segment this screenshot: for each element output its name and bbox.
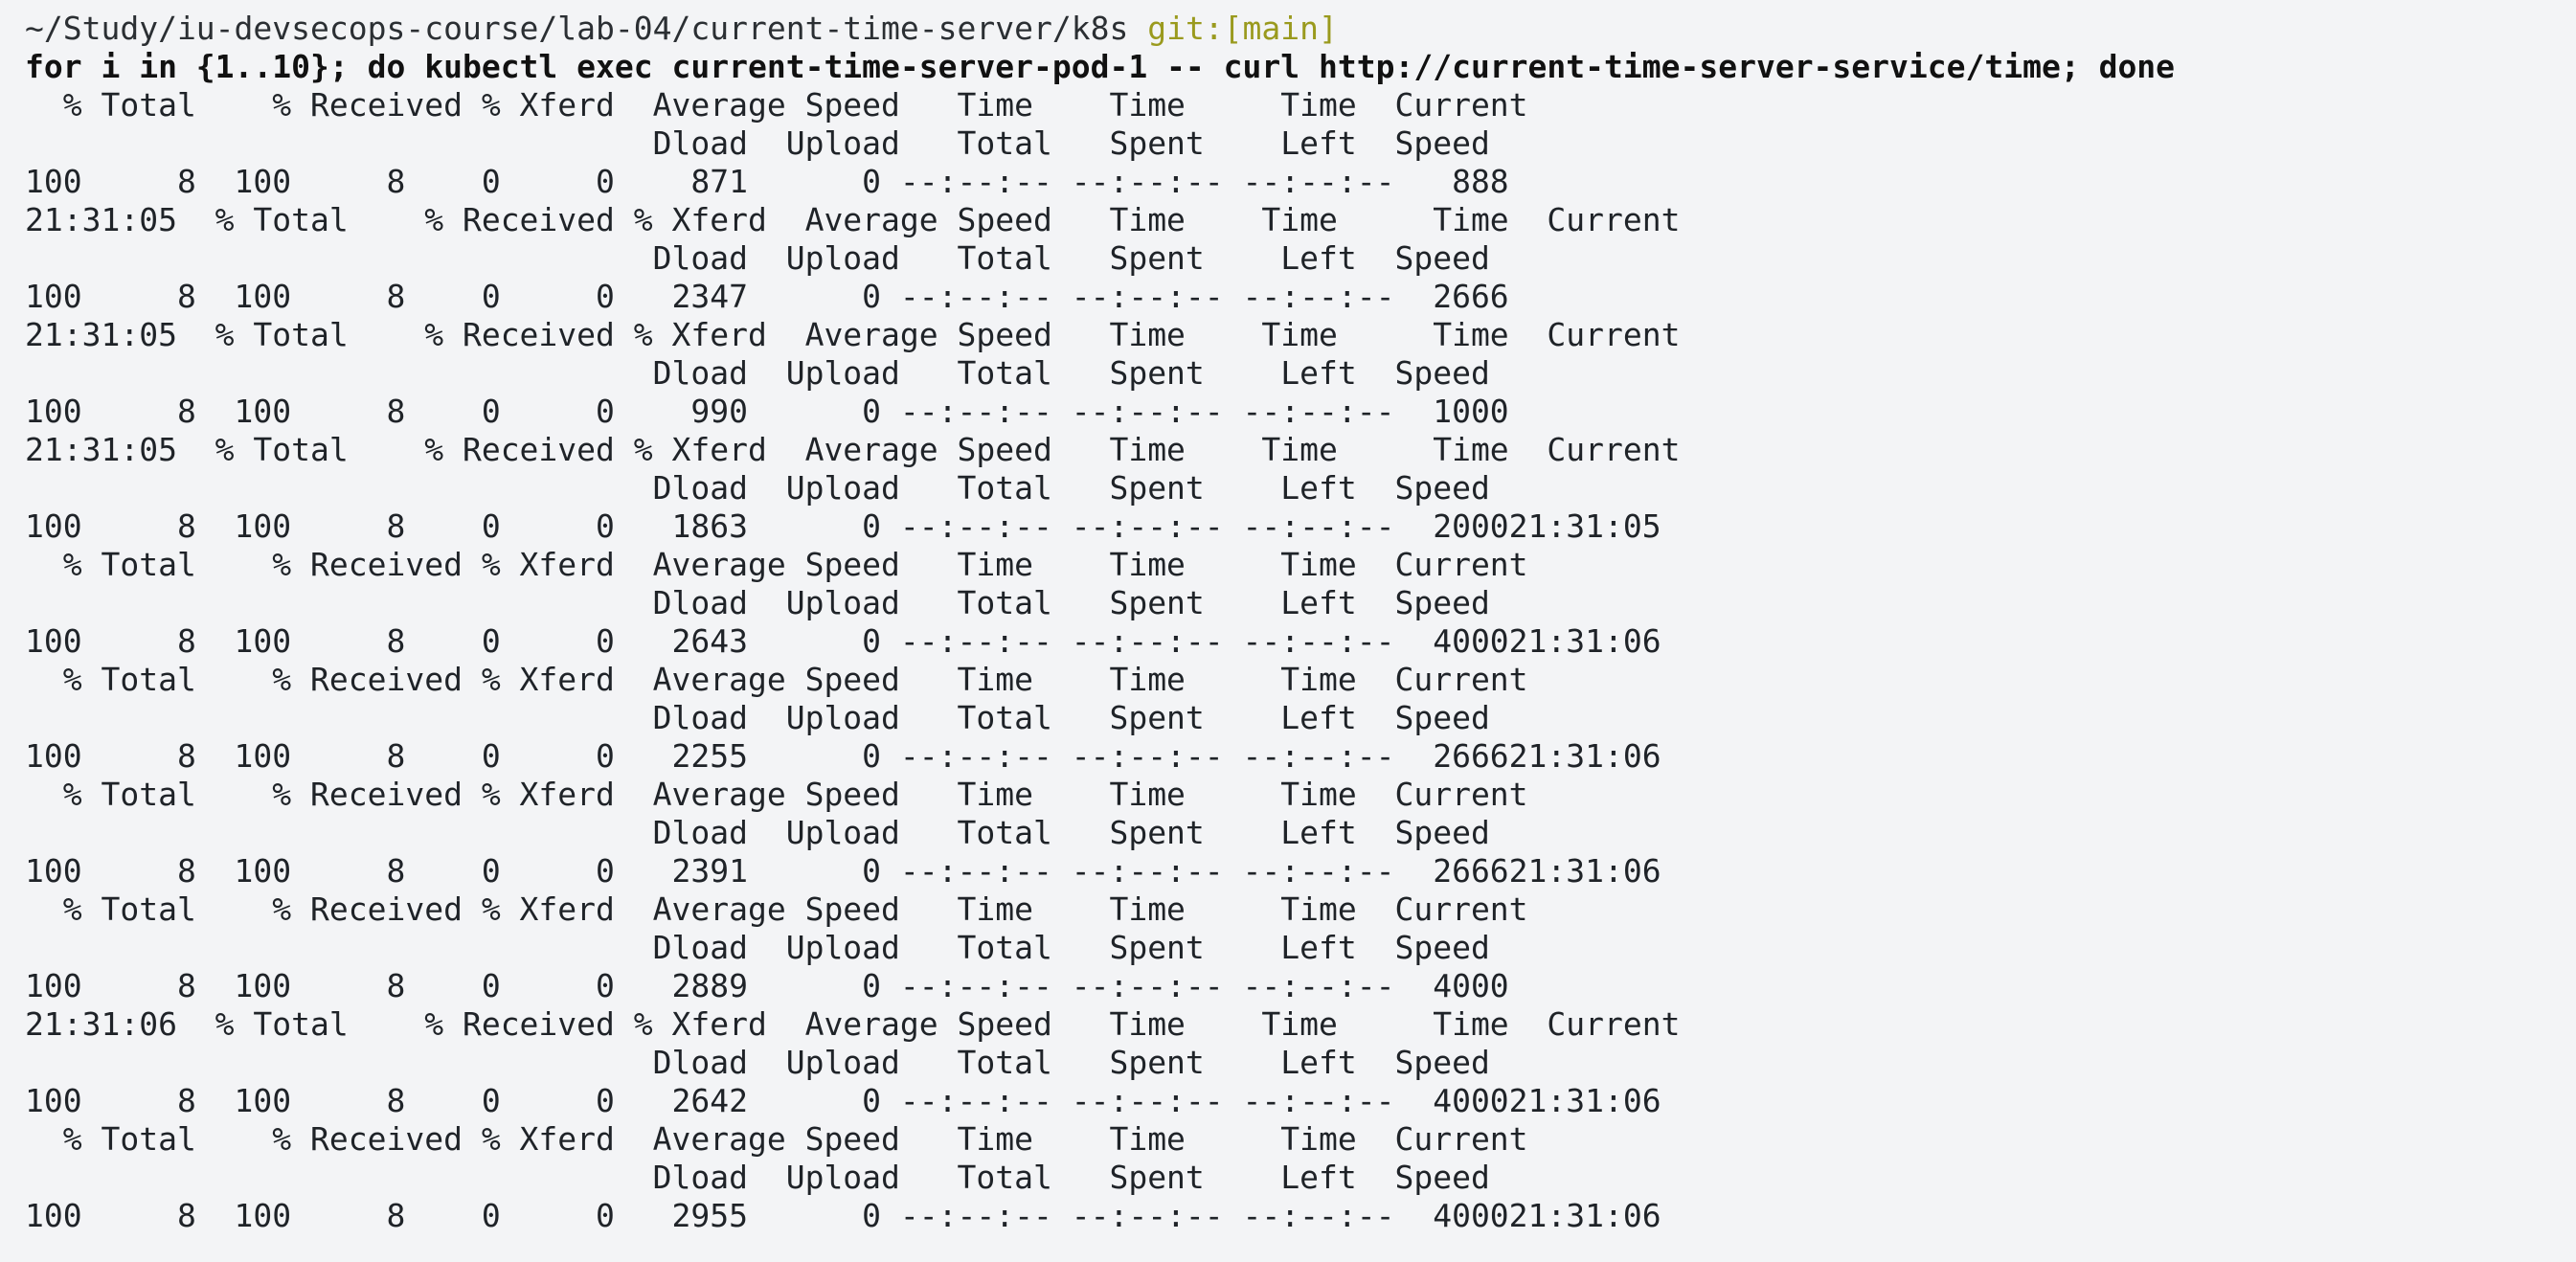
output-line: 21:31:06 % Total % Received % Xferd Aver…	[25, 1005, 1681, 1043]
terminal-window[interactable]: ~/Study/iu-devsecops-course/lab-04/curre…	[0, 0, 2576, 1262]
output-line: 100 8 100 8 0 0 2255 0 --:--:-- --:--:--…	[25, 737, 1661, 775]
output-line: % Total % Received % Xferd Average Speed…	[25, 546, 1528, 583]
output-line: 21:31:05 % Total % Received % Xferd Aver…	[25, 201, 1681, 238]
output-line: 100 8 100 8 0 0 2643 0 --:--:-- --:--:--…	[25, 622, 1661, 660]
output-line: Dload Upload Total Spent Left Speed	[25, 814, 1490, 851]
output-line: % Total % Received % Xferd Average Speed…	[25, 776, 1528, 813]
prompt-line: ~/Study/iu-devsecops-course/lab-04/curre…	[25, 10, 2551, 48]
output-line: 21:31:05 % Total % Received % Xferd Aver…	[25, 431, 1681, 468]
output-line: Dload Upload Total Spent Left Speed	[25, 1159, 1490, 1196]
output-line: Dload Upload Total Spent Left Speed	[25, 469, 1490, 507]
output-line: Dload Upload Total Spent Left Speed	[25, 239, 1490, 277]
command-output: % Total % Received % Xferd Average Speed…	[25, 86, 2551, 1235]
output-line: Dload Upload Total Spent Left Speed	[25, 584, 1490, 621]
output-line: 100 8 100 8 0 0 2889 0 --:--:-- --:--:--…	[25, 967, 1509, 1004]
output-line: 100 8 100 8 0 0 871 0 --:--:-- --:--:-- …	[25, 163, 1509, 200]
git-branch-label: git:[main]	[1147, 10, 1338, 47]
output-line: % Total % Received % Xferd Average Speed…	[25, 661, 1528, 698]
prompt-path: ~/Study/iu-devsecops-course/lab-04/curre…	[25, 10, 1129, 47]
output-line: Dload Upload Total Spent Left Speed	[25, 124, 1490, 162]
output-line: Dload Upload Total Spent Left Speed	[25, 929, 1490, 966]
output-line: 21:31:05 % Total % Received % Xferd Aver…	[25, 316, 1681, 353]
output-line: % Total % Received % Xferd Average Speed…	[25, 86, 1528, 124]
output-line: 100 8 100 8 0 0 2391 0 --:--:-- --:--:--…	[25, 852, 1661, 890]
command-line: for i in {1..10}; do kubectl exec curren…	[25, 48, 2176, 85]
output-line: 100 8 100 8 0 0 1863 0 --:--:-- --:--:--…	[25, 507, 1661, 545]
output-line: % Total % Received % Xferd Average Speed…	[25, 890, 1528, 928]
output-line: 100 8 100 8 0 0 2642 0 --:--:-- --:--:--…	[25, 1082, 1661, 1119]
output-line: Dload Upload Total Spent Left Speed	[25, 1044, 1490, 1081]
output-line: Dload Upload Total Spent Left Speed	[25, 699, 1490, 736]
output-line: 100 8 100 8 0 0 990 0 --:--:-- --:--:-- …	[25, 393, 1509, 430]
output-line: 100 8 100 8 0 0 2347 0 --:--:-- --:--:--…	[25, 278, 1509, 315]
output-line: % Total % Received % Xferd Average Speed…	[25, 1120, 1528, 1158]
output-line: 100 8 100 8 0 0 2955 0 --:--:-- --:--:--…	[25, 1197, 1661, 1234]
output-line: Dload Upload Total Spent Left Speed	[25, 354, 1490, 392]
